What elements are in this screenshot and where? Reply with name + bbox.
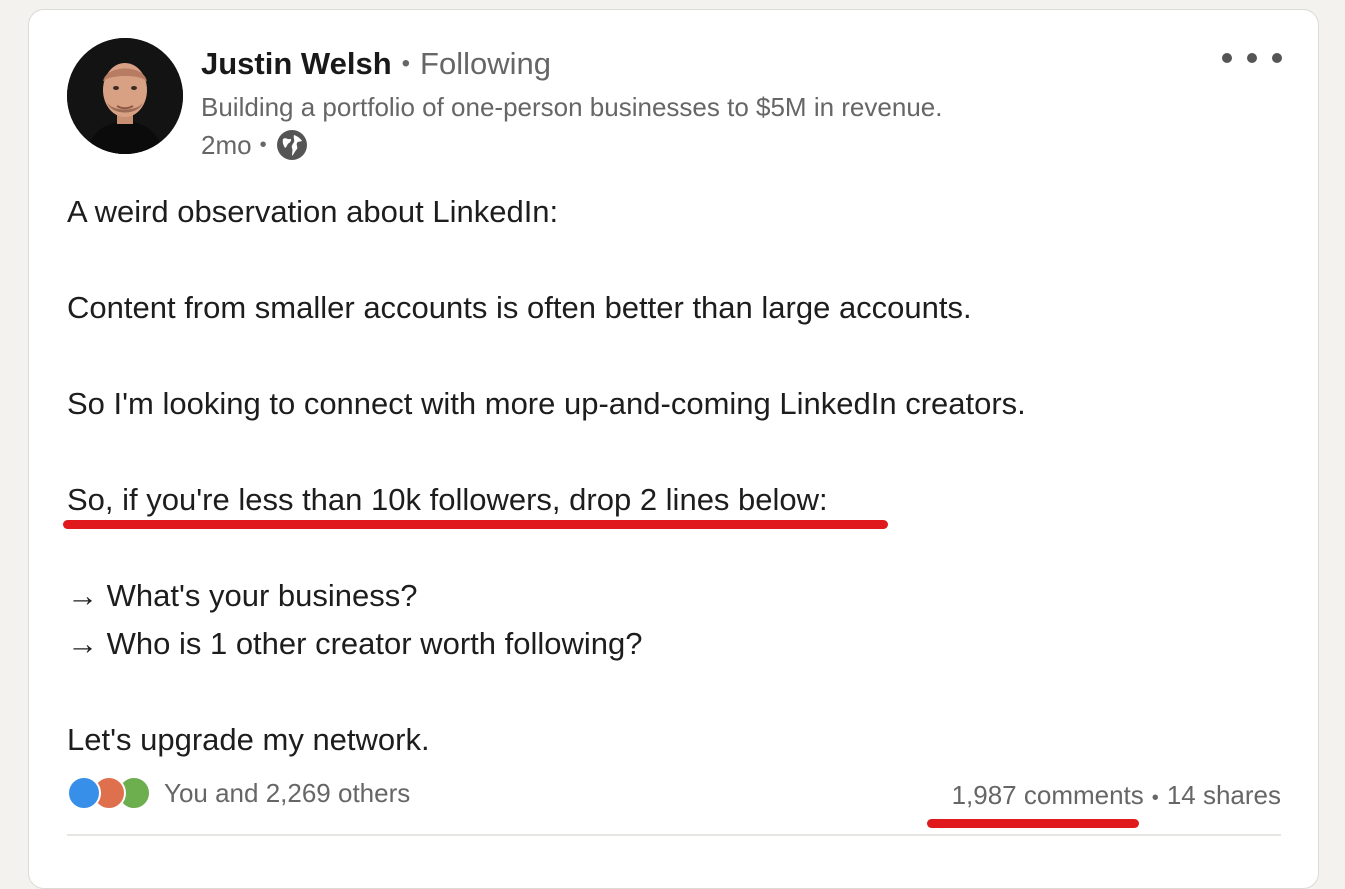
author-line: Justin Welsh • Following [201, 44, 551, 87]
reactions-count: You and 2,269 others [164, 777, 411, 808]
more-options-button[interactable] [1222, 46, 1282, 70]
post-meta: 2mo • [201, 128, 309, 162]
social-counts-bar: You and 2,269 others 1,987 comments • 14 s… [67, 776, 1281, 816]
highlight-underline-comments [927, 819, 1139, 828]
post-body: A weird observation about LinkedIn: Cont… [67, 188, 1267, 764]
post-line: So, if you're less than 10k followers, d… [67, 482, 828, 517]
post-line: A weird observation about LinkedIn: [67, 194, 559, 229]
divider [67, 834, 1281, 836]
highlight-underline-cta [63, 520, 888, 529]
post-line: Let's upgrade my network. [67, 722, 430, 757]
follow-status[interactable]: Following [420, 46, 551, 81]
author-headline: Building a portfolio of one-person busin… [201, 92, 943, 122]
comments-count[interactable]: 1,987 comments [952, 780, 1144, 810]
post-line: → Who is 1 other creator worth following… [67, 626, 643, 661]
separator-dot: • [401, 50, 411, 77]
ellipsis-dot [1272, 53, 1282, 63]
globe-icon [275, 128, 309, 162]
author-avatar[interactable] [67, 38, 183, 154]
post-line: Content from smaller accounts is often b… [67, 290, 972, 325]
shares-count[interactable]: 14 shares [1167, 780, 1281, 810]
like-icon [67, 776, 101, 810]
engagement-counts: 1,987 comments • 14 shares [952, 776, 1281, 817]
post-line: So I'm looking to connect with more up-a… [67, 386, 1026, 421]
post-age: 2mo [201, 130, 252, 160]
separator-dot: • [259, 134, 267, 156]
ellipsis-dot [1247, 53, 1257, 63]
post-card: Justin Welsh • Following Building a portfo… [28, 9, 1319, 889]
reactions-summary[interactable]: You and 2,269 others [67, 776, 410, 810]
post-line: → What's your business? [67, 578, 418, 613]
ellipsis-dot [1222, 53, 1232, 63]
separator-dot: • [1151, 787, 1159, 809]
author-name[interactable]: Justin Welsh [201, 46, 392, 81]
